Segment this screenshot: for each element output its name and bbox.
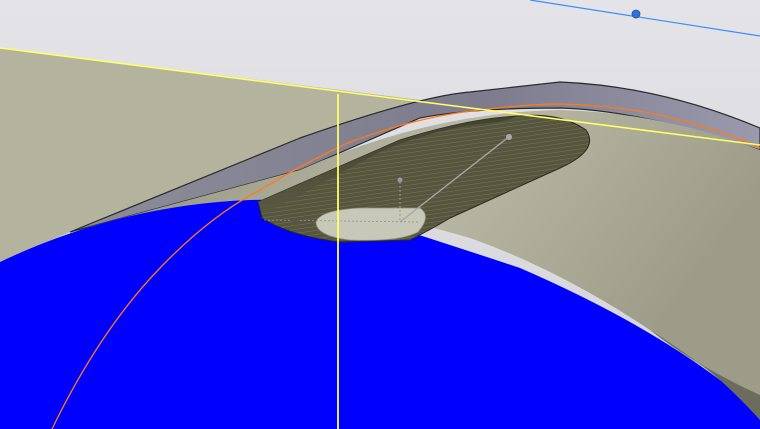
pocket-floor — [315, 207, 426, 241]
pocket-point-end[interactable] — [506, 134, 512, 140]
3d-scene-canvas[interactable] — [0, 0, 760, 429]
pocket-point-top[interactable] — [397, 177, 403, 183]
construction-point[interactable] — [631, 9, 641, 19]
pocket-point-left[interactable] — [292, 218, 298, 224]
3d-viewport[interactable] — [0, 0, 760, 429]
